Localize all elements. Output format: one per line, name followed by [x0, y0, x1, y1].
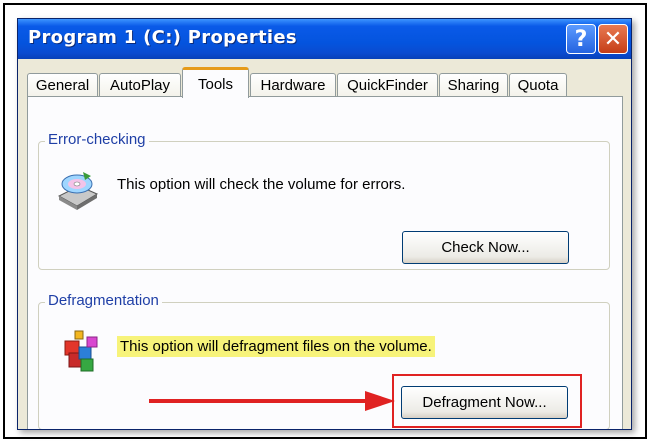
tab-quickfinder[interactable]: QuickFinder	[337, 73, 438, 97]
disk-check-icon	[55, 166, 101, 217]
defragmentation-description: This option will defragment files on the…	[117, 336, 435, 357]
tab-general[interactable]: General	[27, 73, 98, 97]
help-button[interactable]: ?	[566, 24, 596, 54]
tab-sharing[interactable]: Sharing	[439, 73, 508, 97]
tab-hardware[interactable]: Hardware	[250, 73, 336, 97]
properties-dialog: Program 1 (C:) Properties ? ✕ General Au…	[17, 18, 632, 430]
screenshot-frame: Program 1 (C:) Properties ? ✕ General Au…	[3, 3, 647, 439]
window-title: Program 1 (C:) Properties	[28, 27, 297, 48]
annotation-arrow	[149, 391, 395, 411]
title-bar[interactable]: Program 1 (C:) Properties ? ✕	[18, 19, 631, 59]
defragmentation-group: Defragmentation This option will defragm…	[38, 292, 610, 429]
tab-tools[interactable]: Tools	[182, 67, 249, 98]
check-now-button[interactable]: Check Now...	[402, 231, 569, 264]
tab-quota[interactable]: Quota	[509, 73, 567, 97]
defragmentation-title: Defragmentation	[45, 292, 162, 309]
defragment-now-button[interactable]: Defragment Now...	[401, 386, 568, 419]
tab-autoplay[interactable]: AutoPlay	[99, 73, 181, 97]
defrag-icon	[61, 327, 103, 382]
tools-panel: Error-checking This option will check th…	[27, 96, 623, 429]
error-checking-description: This option will check the volume for er…	[117, 176, 406, 193]
error-checking-group: Error-checking This option will check th…	[38, 131, 610, 270]
error-checking-title: Error-checking	[45, 131, 149, 148]
close-button[interactable]: ✕	[598, 24, 628, 54]
